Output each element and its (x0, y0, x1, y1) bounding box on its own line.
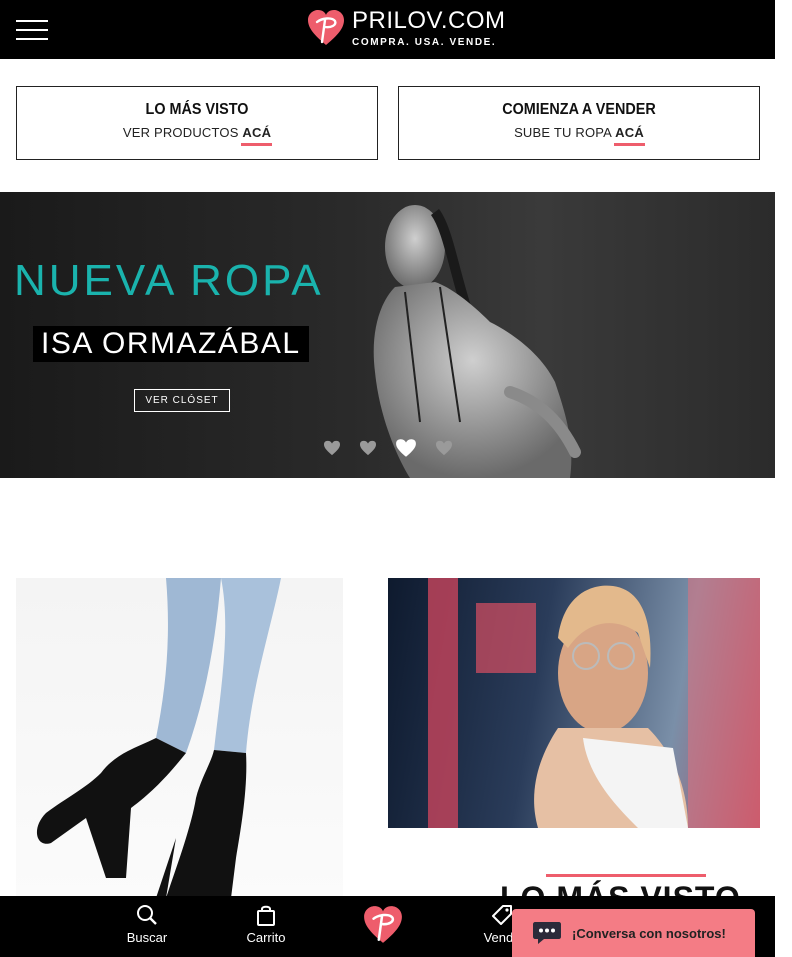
banner-title: NUEVA ROPA (14, 256, 324, 305)
shopping-bag-icon (257, 905, 275, 926)
cta-title: COMIENZA A VENDER (502, 101, 656, 118)
chat-label: ¡Conversa con nosotros! (572, 925, 726, 941)
banner-subtitle: ISA ORMAZÁBAL (33, 326, 309, 362)
cta-sub-prefix: SUBE TU ROPA (514, 125, 616, 140)
cta-subtitle: VER PRODUCTOS ACÁ (17, 125, 377, 140)
nav-home-logo[interactable] (362, 904, 404, 949)
model-photo (373, 205, 581, 478)
boots-jeans-photo (36, 578, 281, 898)
page: PRILOV.COM COMPRA. USA. VENDE. LO MÁS VI… (0, 0, 792, 957)
hero-banner[interactable]: NUEVA ROPA ISA ORMAZÁBAL VER CLÓSET (0, 192, 775, 478)
logo[interactable]: PRILOV.COM COMPRA. USA. VENDE. (306, 8, 506, 52)
nav-search[interactable]: Buscar (126, 904, 168, 945)
cta-link[interactable]: ACÁ (242, 125, 271, 140)
cta-sub-prefix: VER PRODUCTOS (122, 125, 243, 140)
chat-widget-button[interactable]: ¡Conversa con nosotros! (512, 909, 755, 957)
hamburger-menu-icon[interactable] (16, 20, 48, 40)
cta-start-selling[interactable]: COMIENZA A VENDER SUBE TU ROPA ACÁ (398, 86, 760, 160)
nav-cart-label: Carrito (246, 930, 286, 945)
section-title-underline (546, 874, 706, 877)
cta-most-viewed[interactable]: LO MÁS VISTO VER PRODUCTOS ACÁ (16, 86, 378, 160)
logo-tagline: COMPRA. USA. VENDE. (352, 37, 497, 48)
product-image-girl[interactable] (388, 578, 760, 828)
girl-photo (428, 578, 760, 828)
nav-search-label: Buscar (126, 930, 168, 945)
carousel-dot-heart-active-icon[interactable] (395, 438, 417, 458)
carousel-dot-heart-icon[interactable] (359, 440, 377, 456)
product-image-boots[interactable] (16, 578, 343, 898)
chat-bubble-icon (533, 922, 561, 944)
carousel-dot-heart-icon[interactable] (323, 440, 341, 456)
logo-name: PRILOV.COM (352, 7, 506, 34)
heart-logo-icon (308, 10, 344, 45)
top-header: PRILOV.COM COMPRA. USA. VENDE. (0, 0, 775, 59)
cta-link[interactable]: ACÁ (615, 125, 644, 140)
carousel-dot-heart-icon[interactable] (435, 440, 453, 456)
heart-logo-icon (364, 906, 402, 943)
cta-subtitle: SUBE TU ROPA ACÁ (399, 125, 759, 140)
view-closet-button[interactable]: VER CLÓSET (134, 389, 230, 412)
cta-title: LO MÁS VISTO (145, 101, 249, 118)
tag-icon (492, 905, 512, 925)
carousel-dots (323, 438, 453, 458)
nav-cart[interactable]: Carrito (243, 904, 289, 945)
search-icon (137, 905, 157, 925)
